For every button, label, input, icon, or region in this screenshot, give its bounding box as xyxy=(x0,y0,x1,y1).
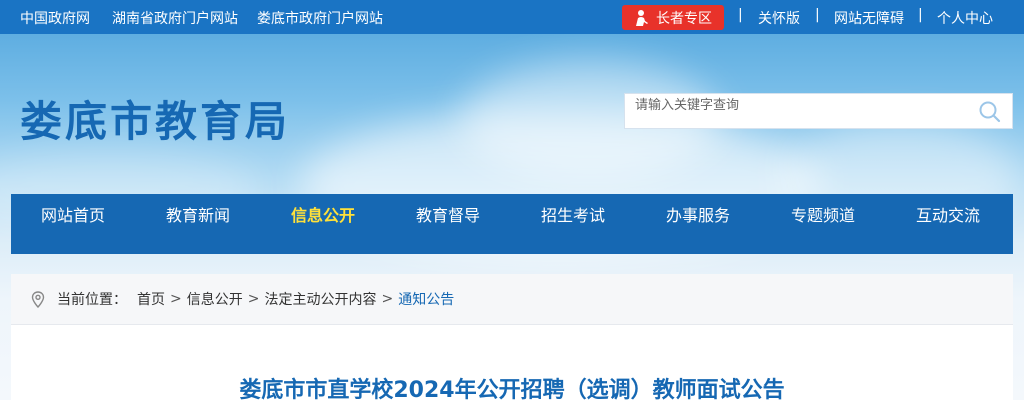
location-pin-icon xyxy=(31,290,45,308)
nav-special-channels[interactable]: 专题频道 xyxy=(791,202,855,226)
nav-home[interactable]: 网站首页 xyxy=(41,202,105,226)
content-card: 当前位置： 首页 > 信息公开 > 法定主动公开内容 > 通知公告 娄底市市直学… xyxy=(11,274,1013,400)
separator: | xyxy=(815,7,820,23)
nav-education-supervision[interactable]: 教育督导 xyxy=(416,202,480,226)
breadcrumb-statutory-content[interactable]: 法定主动公开内容 xyxy=(264,289,376,309)
search-icon[interactable] xyxy=(978,100,1002,124)
breadcrumb-separator: > xyxy=(381,291,394,307)
elder-zone-label: 长者专区 xyxy=(656,10,712,27)
link-care-version[interactable]: 关怀版 xyxy=(758,8,800,28)
elder-zone-button[interactable]: 长者专区 xyxy=(622,5,724,30)
nav-services[interactable]: 办事服务 xyxy=(666,202,730,226)
breadcrumb-notices[interactable]: 通知公告 xyxy=(398,289,454,309)
separator: | xyxy=(918,7,923,23)
nav-info-disclosure[interactable]: 信息公开 xyxy=(291,202,355,226)
search-box xyxy=(624,93,1013,129)
separator: | xyxy=(738,7,743,23)
elder-person-icon xyxy=(636,9,648,26)
link-loudi-gov[interactable]: 娄底市政府门户网站 xyxy=(257,8,383,28)
breadcrumb-info-disclosure[interactable]: 信息公开 xyxy=(187,289,243,309)
article-title: 娄底市市直学校2024年公开招聘（选调）教师面试公告 xyxy=(239,378,785,400)
breadcrumb: 当前位置： 首页 > 信息公开 > 法定主动公开内容 > 通知公告 xyxy=(11,274,1013,325)
breadcrumb-prefix: 当前位置： xyxy=(57,292,127,308)
link-accessibility[interactable]: 网站无障碍 xyxy=(834,8,904,28)
breadcrumb-separator: > xyxy=(247,291,260,307)
link-china-gov[interactable]: 中国政府网 xyxy=(20,8,90,28)
nav-interaction[interactable]: 互动交流 xyxy=(916,202,980,226)
nav-education-news[interactable]: 教育新闻 xyxy=(166,202,230,226)
breadcrumb-home[interactable]: 首页 xyxy=(137,289,165,309)
breadcrumb-separator: > xyxy=(170,291,182,307)
top-bar: 中国政府网 湖南省政府门户网站 娄底市政府门户网站 长者专区 | 关怀版 | 网… xyxy=(0,0,1024,34)
link-hunan-gov[interactable]: 湖南省政府门户网站 xyxy=(112,8,238,28)
site-title[interactable]: 娄底市教育局 xyxy=(20,88,290,149)
main-nav: 网站首页 教育新闻 信息公开 教育督导 招生考试 办事服务 专题频道 互动交流 xyxy=(11,194,1013,254)
nav-enrollment-exams[interactable]: 招生考试 xyxy=(541,202,605,226)
search-input[interactable] xyxy=(625,94,975,128)
link-personal-center[interactable]: 个人中心 xyxy=(937,8,993,28)
